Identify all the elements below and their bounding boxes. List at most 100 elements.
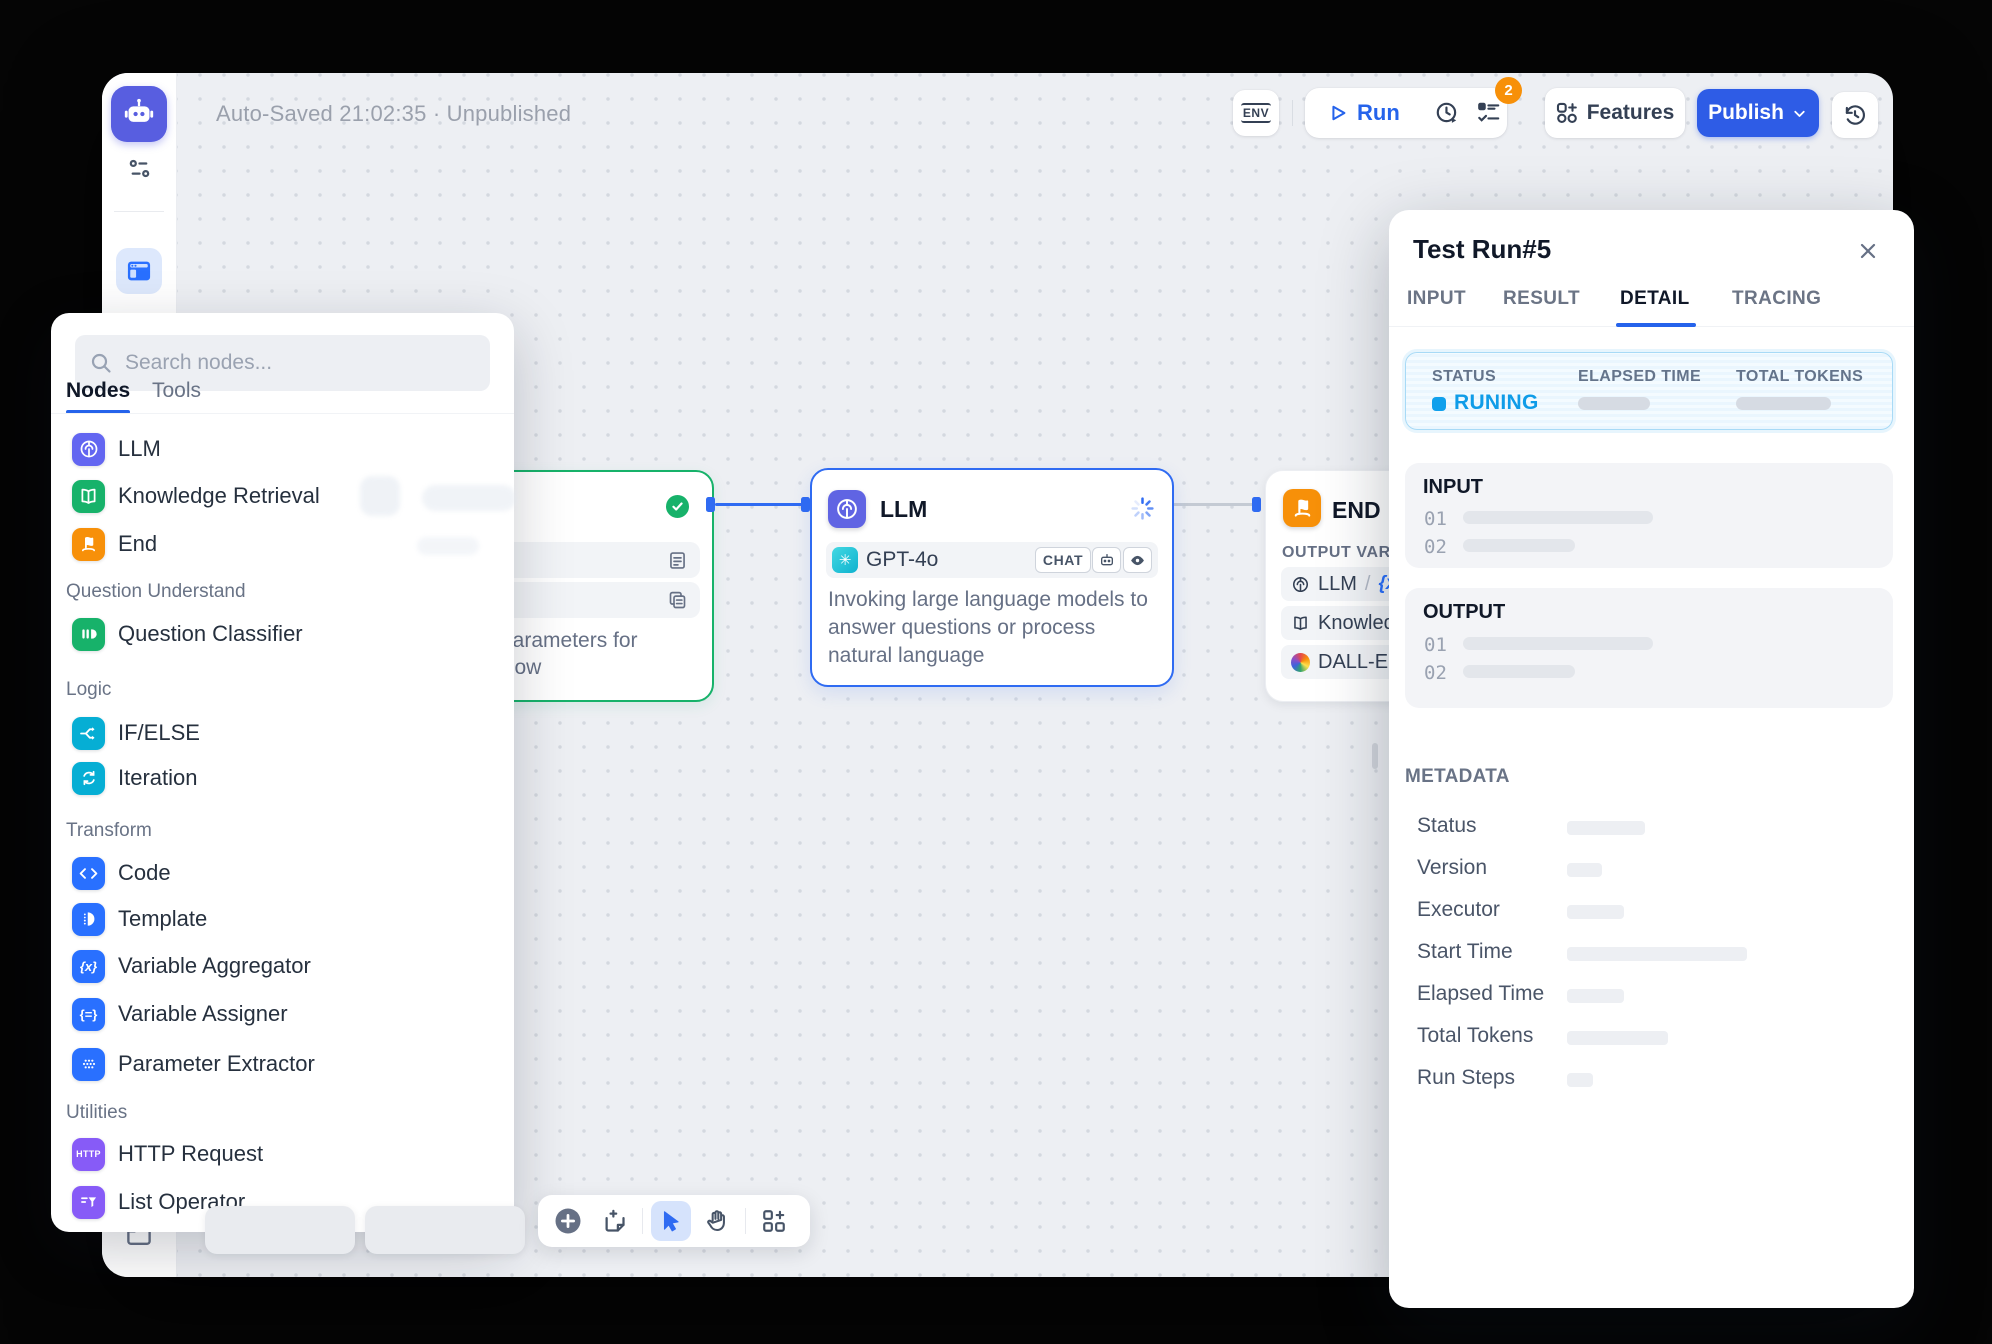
node-item-template[interactable]: Template <box>72 902 207 936</box>
end-icon <box>1283 489 1321 527</box>
sidebar-divider <box>114 211 164 212</box>
toolbar-divider <box>642 1208 643 1234</box>
question-classifier-icon <box>72 618 105 651</box>
robot-icon <box>122 97 156 131</box>
run-button[interactable]: Run <box>1327 100 1400 126</box>
workflow-tab[interactable] <box>116 248 162 294</box>
node-item-end[interactable]: End <box>72 527 157 561</box>
llm-icon <box>72 433 105 466</box>
env-icon: ENV <box>1241 103 1271 123</box>
meta-bar <box>1567 821 1645 835</box>
add-node-button[interactable] <box>548 1201 588 1241</box>
row-index: 01 <box>1424 634 1447 656</box>
tab-detail[interactable]: DETAIL <box>1620 288 1690 310</box>
node-item-if-else[interactable]: IF/ELSE <box>72 716 200 750</box>
row-index: 02 <box>1424 662 1447 684</box>
section-transform: Transform <box>66 820 152 842</box>
elapsed-time-label: ELAPSED TIME <box>1578 368 1701 386</box>
meta-label-elapsed-time: Elapsed Time <box>1417 982 1544 1006</box>
node-item-llm[interactable]: LLM <box>72 432 161 466</box>
undo-redo-toolbar <box>205 1206 355 1254</box>
organize-icon <box>761 1208 787 1234</box>
autosave-status: Auto-Saved 21:02:35 · Unpublished <box>216 101 571 127</box>
window-icon <box>125 257 153 285</box>
canvas-toolbar <box>538 1195 810 1247</box>
node-item-code[interactable]: Code <box>72 856 171 890</box>
code-icon <box>72 857 105 890</box>
version-history-button[interactable] <box>1832 92 1878 138</box>
meta-bar <box>1567 863 1602 877</box>
chevron-down-icon <box>1791 105 1808 122</box>
output-title: OUTPUT <box>1423 601 1505 624</box>
tab-tools[interactable]: Tools <box>152 379 201 403</box>
node-item-iteration[interactable]: Iteration <box>72 761 198 795</box>
publish-button[interactable]: Publish <box>1697 89 1819 137</box>
meta-label-status: Status <box>1417 814 1477 838</box>
workflow-app: Auto-Saved 21:02:35 · Unpublished ENV Ru… <box>0 0 1992 1344</box>
play-icon <box>1327 102 1349 124</box>
spinner-icon <box>1130 496 1155 521</box>
meta-bar <box>1567 1073 1593 1087</box>
node-item-knowledge-retrieval[interactable]: Knowledge Retrieval <box>72 479 320 513</box>
hand-tool-button[interactable] <box>697 1201 737 1241</box>
end-icon <box>72 528 105 561</box>
http-request-icon: HTTP <box>72 1138 105 1171</box>
meta-label-version: Version <box>1417 856 1487 880</box>
run-history-button[interactable] <box>1428 94 1466 132</box>
model-selector[interactable]: ✳ GPT-4o CHAT <box>826 542 1158 578</box>
eye-icon <box>1129 552 1146 569</box>
node-item-variable-aggregator[interactable]: {x} Variable Aggregator <box>72 949 311 983</box>
start-description-line1: parameters for <box>501 629 638 653</box>
search-box[interactable] <box>75 335 490 391</box>
copy-icon <box>667 590 688 611</box>
llm-node[interactable]: LLM ✳ GPT-4o CHAT <box>810 468 1174 687</box>
hand-icon <box>704 1208 730 1234</box>
organize-button[interactable] <box>754 1201 794 1241</box>
tabs-divider <box>51 413 514 414</box>
app-logo[interactable] <box>111 86 167 142</box>
pointer-tool-button[interactable] <box>651 1201 691 1241</box>
tokens-placeholder-bar <box>1736 397 1831 410</box>
node-item-variable-assigner[interactable]: {=} Variable Assigner <box>72 997 288 1031</box>
node-item-http-request[interactable]: HTTP HTTP Request <box>72 1137 263 1171</box>
if-else-icon <box>72 717 105 750</box>
test-run-panel: Test Run#5 INPUT RESULT DETAIL TRACING S… <box>1389 210 1914 1308</box>
panel-drag-handle[interactable] <box>1372 743 1378 769</box>
tab-result[interactable]: RESULT <box>1503 288 1580 310</box>
preferences-button[interactable] <box>126 155 153 182</box>
end-input-port[interactable] <box>1252 497 1261 512</box>
panel-title: Test Run#5 <box>1413 234 1551 265</box>
add-note-button[interactable] <box>594 1201 634 1241</box>
checklist-count-badge: 2 <box>1495 77 1522 104</box>
tab-nodes[interactable]: Nodes <box>66 379 130 403</box>
toolbar-divider <box>1292 100 1293 126</box>
llm-input-port[interactable] <box>801 497 810 512</box>
row-index: 02 <box>1424 536 1447 558</box>
node-item-question-classifier[interactable]: Question Classifier <box>72 617 303 651</box>
end-node-title: END <box>1332 497 1381 524</box>
meta-label-executor: Executor <box>1417 898 1500 922</box>
output-card: OUTPUT 01 02 <box>1405 588 1893 708</box>
meta-bar <box>1567 905 1624 919</box>
placeholder-bar <box>1463 511 1653 524</box>
search-input[interactable] <box>123 350 476 376</box>
close-button[interactable] <box>1855 238 1881 264</box>
input-card: INPUT 01 02 <box>1405 463 1893 568</box>
env-button[interactable]: ENV <box>1233 90 1279 136</box>
features-button[interactable]: Features <box>1545 88 1685 138</box>
section-question-understand: Question Understand <box>66 581 246 603</box>
total-tokens-label: TOTAL TOKENS <box>1736 368 1863 386</box>
llm-icon <box>828 490 866 528</box>
section-utilities: Utilities <box>66 1102 127 1124</box>
note-icon <box>601 1208 628 1235</box>
checklist-icon <box>1476 100 1502 126</box>
check-icon <box>671 500 684 513</box>
start-output-port[interactable] <box>706 497 715 512</box>
status-value: RUNING <box>1454 391 1539 415</box>
tab-input[interactable]: INPUT <box>1407 288 1466 310</box>
openai-icon: ✳ <box>832 547 858 573</box>
metadata-title: METADATA <box>1405 766 1510 788</box>
row-index: 01 <box>1424 508 1447 530</box>
node-item-parameter-extractor[interactable]: Parameter Extractor <box>72 1047 315 1081</box>
tab-tracing[interactable]: TRACING <box>1732 288 1821 310</box>
